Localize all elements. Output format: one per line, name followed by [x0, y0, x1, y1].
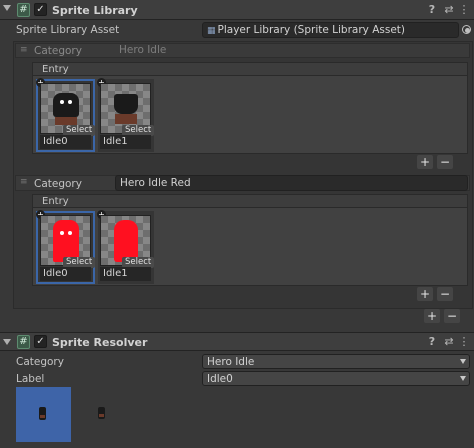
more-options-icon[interactable]: ⋮ [458, 335, 470, 349]
resolver-label-dropdown[interactable]: Idle0 [202, 371, 470, 386]
entry-header [33, 63, 467, 76]
object-picker-icon[interactable] [462, 25, 471, 34]
hero-sprite-icon [53, 93, 79, 117]
hero-sprite-icon [98, 407, 105, 419]
component-script-icon: # [17, 3, 30, 17]
resolver-category-dropdown[interactable]: Hero Idle [202, 354, 470, 369]
hero-sprite-icon [39, 407, 46, 420]
category-label: Category [34, 178, 82, 190]
resolver-label-value: Idle0 [207, 373, 233, 385]
hero-legs-icon [40, 415, 45, 418]
hero-sprite-icon [114, 220, 138, 262]
remove-category-button[interactable]: − [444, 309, 460, 323]
category-label: Category [34, 45, 82, 57]
asset-field-label: Sprite Library Asset [16, 24, 120, 36]
foldout-arrow-icon[interactable] [3, 339, 11, 345]
resolver-label-label: Label [16, 373, 45, 385]
hero-legs-icon [115, 114, 137, 124]
entry-label: Entry [42, 196, 69, 207]
eye-icon [68, 231, 72, 235]
more-options-icon[interactable]: ⋮ [458, 3, 470, 17]
foldout-arrow-icon[interactable] [3, 5, 11, 11]
sprite-name-field[interactable]: Idle0 [40, 267, 91, 281]
asset-field-value: Player Library (Sprite Library Asset) [217, 24, 406, 36]
help-icon[interactable]: ? [426, 3, 438, 17]
component-title: Sprite Library [52, 4, 138, 17]
dropdown-triangle-icon [460, 376, 466, 381]
component-title: Sprite Resolver [52, 336, 148, 349]
hero-legs-icon [99, 414, 104, 417]
sprite-name-field[interactable]: Idle1 [100, 267, 151, 281]
presets-icon[interactable]: ⇄ [443, 3, 455, 17]
remove-entry-button[interactable]: − [437, 287, 453, 301]
hero-legs-icon [55, 117, 77, 125]
sprite-library-asset-icon: ▦ [207, 26, 216, 36]
eye-icon [60, 100, 64, 104]
category-name-field[interactable]: Hero Idle Red [115, 175, 468, 191]
hero-sprite-icon [53, 220, 79, 262]
add-entry-button[interactable]: + [417, 155, 433, 169]
eye-icon [60, 231, 64, 235]
presets-icon[interactable]: ⇄ [443, 335, 455, 349]
sprite-name-field[interactable]: Idle0 [40, 135, 91, 149]
entry-label: Entry [42, 64, 69, 75]
add-category-button[interactable]: + [424, 309, 440, 323]
component-script-icon: # [17, 335, 30, 349]
enable-checkbox[interactable]: ✓ [34, 3, 47, 16]
help-icon[interactable]: ? [426, 335, 438, 349]
drag-handle-icon[interactable]: ≡ [20, 178, 27, 187]
resolver-category-value: Hero Idle [207, 356, 255, 368]
sprite-library-asset-field[interactable]: ▦ Player Library (Sprite Library Asset) [202, 22, 459, 38]
remove-entry-button[interactable]: − [437, 155, 453, 169]
category-name-field[interactable]: Hero Idle [115, 43, 468, 58]
hero-sprite-icon [114, 94, 138, 114]
sprite-name-field[interactable]: Idle1 [100, 135, 151, 149]
add-entry-button[interactable]: + [417, 287, 433, 301]
eye-icon [68, 100, 72, 104]
entry-header [33, 195, 467, 208]
enable-checkbox[interactable]: ✓ [34, 335, 47, 348]
dropdown-triangle-icon [460, 359, 466, 364]
drag-handle-icon[interactable]: ≡ [20, 46, 27, 55]
resolver-category-label: Category [16, 356, 64, 368]
